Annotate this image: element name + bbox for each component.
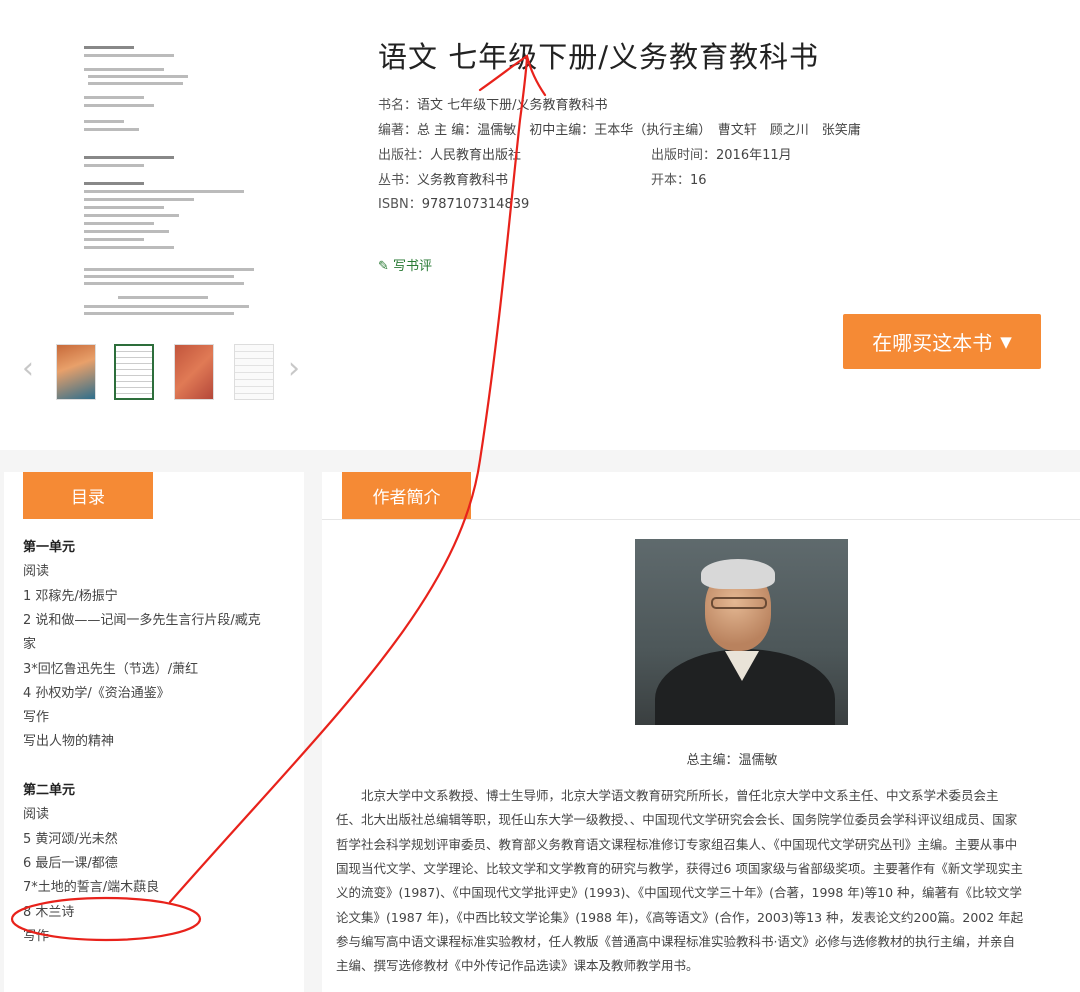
meta-series: 丛书：义务教育教科书 <box>378 173 509 188</box>
meta-pubdate: 出版时间：2016年11月 <box>651 148 792 163</box>
caret-down-icon: ▼ <box>1000 332 1012 351</box>
where-to-buy-button[interactable]: 在哪买这本书 ▼ <box>843 314 1041 369</box>
book-title: 语文 七年级下册/义务教育教科书 <box>378 40 819 74</box>
tab-author-intro[interactable]: 作者簡介 <box>342 472 471 519</box>
chevron-right-icon[interactable]: › <box>288 354 300 384</box>
meta-author: 编著：总 主 编：温儒敏 初中主编：王本华（执行主编） 曹文轩 顾之川 张笑庸 <box>378 123 861 138</box>
toc-unit: 第二单元 <box>23 783 76 798</box>
bio-line: 主编、撰写选修教材《中外传记作品选读》课本及教师教学用书。 <box>336 958 699 974</box>
thumbnail-cover[interactable] <box>56 344 96 400</box>
meta-publisher: 出版社：人民教育出版社 <box>378 148 522 163</box>
toc-item[interactable]: 写出人物的精神 <box>23 730 293 749</box>
toc-item[interactable]: 4 孙权劝学/《资治通鉴》 <box>23 682 293 701</box>
bio-line: 义的流变》(1987)、《中国现代文学批评史》(1993)、《中国现代文学三十年… <box>336 885 1023 901</box>
toc-section: 阅读 <box>23 564 50 580</box>
copyright-page-preview <box>58 20 266 320</box>
toc-panel: 目录 第一单元阅读 1 邓稼先/杨振宁 2 说和做——记闻一多先生言行片段/臧克… <box>4 472 304 992</box>
pencil-icon: ✎ <box>378 259 394 274</box>
thumbnail-back[interactable] <box>174 344 214 400</box>
book-info-panel: ‹ › 语文 七年级下册/义务教育教科书 书名：语文 七年级下册/义务教育教科书… <box>0 0 1080 450</box>
bio-line: 国现当代文学、文学理论、比较文学和文学教育的研究与教学，获得过6 项国家级与省部… <box>336 860 1023 876</box>
toc-section: 写作 <box>23 710 50 726</box>
thumbnail-page[interactable] <box>234 344 274 400</box>
chevron-left-icon[interactable]: ‹ <box>22 354 34 384</box>
toc-item[interactable]: 1 邓稼先/杨振宁 <box>23 585 293 604</box>
toc-item[interactable]: 3*回忆鲁迅先生（节选）/萧红 <box>23 658 293 677</box>
toc-item[interactable]: 2 说和做——记闻一多先生言行片段/臧克 <box>23 609 293 628</box>
meta-name: 书名：语文 七年级下册/义务教育教科书 <box>378 98 608 113</box>
bio-line: 论文集》(1987 年)，《中西比较文学论集》(1988 年)，《高等语文》(合… <box>336 909 1024 925</box>
meta-isbn: ISBN：9787107314839 <box>378 197 530 212</box>
toc-item[interactable]: 7*土地的誓言/端木蕻良 <box>23 876 293 895</box>
toc-unit: 第一单元 <box>23 540 76 555</box>
toc-section: 写作 <box>23 928 50 944</box>
toc-item[interactable]: 5 黄河颂/光未然 <box>23 828 293 847</box>
thumbnail-strip: ‹ › <box>22 340 312 404</box>
toc-section: 阅读 <box>23 807 50 823</box>
tab-toc[interactable]: 目录 <box>23 472 153 519</box>
bio-line: 哲学社会科学规划评审委员、教育部义务教育语文课程标准修订专家组召集人、《中国现代… <box>336 836 1018 852</box>
photo-caption: 总主编：温儒敏 <box>686 753 778 768</box>
thumbnail-copyright[interactable] <box>114 344 154 400</box>
bio-line: 参与编写高中语文课程标准实验教材，任人教版《普通高中课程标准实验教科书·语文》必… <box>336 933 1015 949</box>
toc-item[interactable]: 8 木兰诗 <box>23 901 293 920</box>
author-panel: 作者簡介 总主编：温儒敏 北京大学中文系教授、博士生导师，北京大学语文教育研究所… <box>322 472 1080 992</box>
author-photo <box>635 539 848 725</box>
bio-line: 任、北大出版社总编辑等职，现任山东大学一级教授、、中国现代文学研究会会长、国务院… <box>336 812 1018 828</box>
write-review-link[interactable]: ✎ 写书评 <box>378 255 432 274</box>
toc-item[interactable]: 家 <box>23 633 293 652</box>
meta-format: 开本：16 <box>651 173 707 188</box>
divider <box>322 519 1080 520</box>
bio-line: 北京大学中文系教授、博士生导师，北京大学语文教育研究所所长，曾任北京大学中文系主… <box>336 788 999 803</box>
toc-item[interactable]: 6 最后一课/都德 <box>23 852 293 871</box>
